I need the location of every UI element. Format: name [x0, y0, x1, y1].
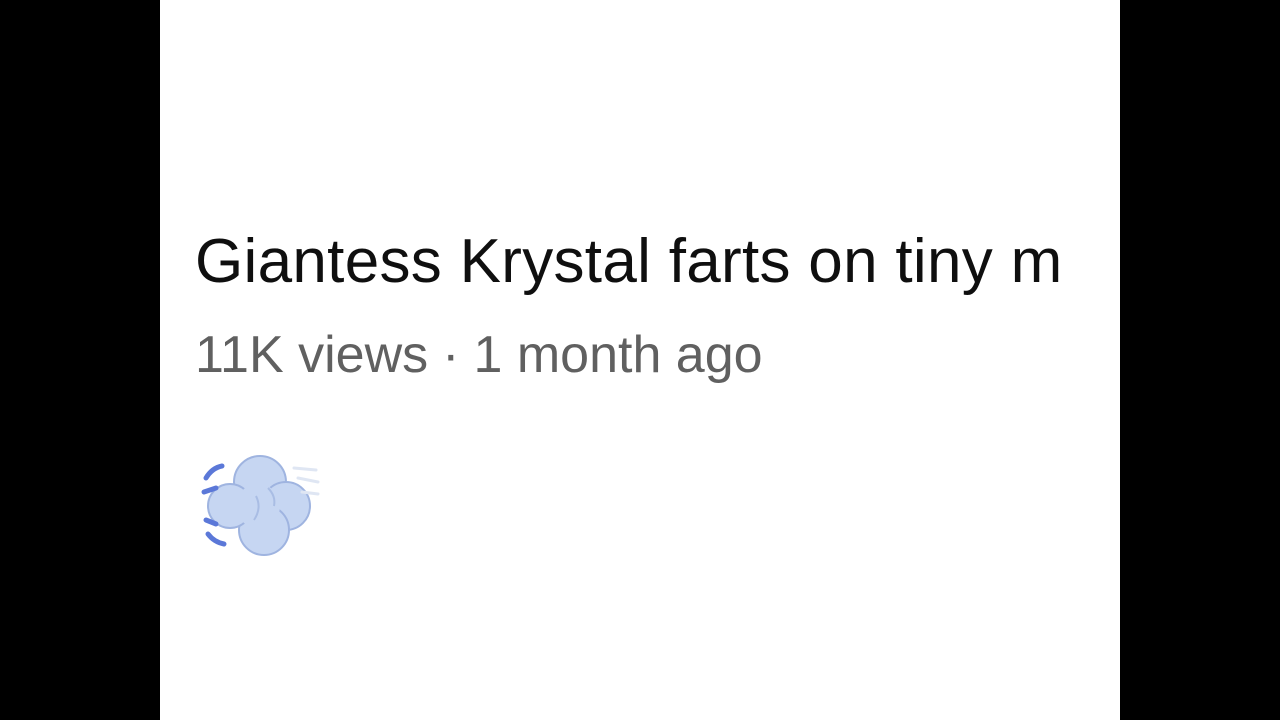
video-metadata: 11K views · 1 month ago — [195, 319, 763, 391]
view-count: 11K views — [195, 326, 429, 384]
video-info-panel: Giantess Krystal farts on tiny m 11K vie… — [160, 0, 1120, 720]
metadata-separator: · — [442, 326, 460, 384]
letterbox-frame: Giantess Krystal farts on tiny m 11K vie… — [0, 0, 1280, 720]
dashing-away-icon — [201, 455, 320, 556]
video-title[interactable]: Giantess Krystal farts on tiny m — [195, 222, 1063, 302]
upload-age: 1 month ago — [473, 326, 763, 384]
